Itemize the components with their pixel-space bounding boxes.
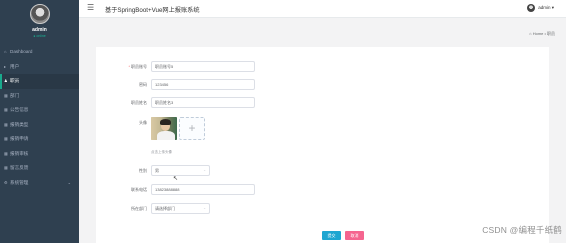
sidebar: admin ● online ⌂ Dashboard ▸ 用户 ♟ 职员 ▦ 部门 ▦ 公告信息 ▦… bbox=[0, 0, 79, 243]
settings-icon: ⚙ bbox=[4, 179, 8, 185]
sidebar-item[interactable]: ▦ 留言反馈 bbox=[0, 161, 79, 176]
form-row-avatar: 头像 + bbox=[96, 117, 549, 143]
sidebar-item-label: 部门 bbox=[10, 92, 20, 98]
sidebar-item-label: 公告信息 bbox=[10, 107, 29, 112]
home-icon: ⌂ bbox=[4, 49, 7, 54]
grid-icon: ▦ bbox=[4, 136, 8, 141]
chevron-down-icon: ⌄ bbox=[203, 206, 206, 210]
name-label: 职员姓名 bbox=[131, 100, 147, 105]
phone-input[interactable]: 13823888888 bbox=[151, 184, 255, 195]
sidebar-item[interactable]: ▸ 用户 bbox=[0, 60, 79, 75]
profile-name: admin bbox=[32, 27, 47, 33]
mouse-cursor-icon: ↖ bbox=[173, 176, 179, 182]
chevron-down-icon: ⌄ bbox=[203, 168, 206, 172]
form-row-avatar-hint: 点击上传头像 bbox=[96, 150, 549, 156]
required-mark: * bbox=[128, 64, 130, 69]
sidebar-item[interactable]: ▦ 报销审核 bbox=[0, 147, 79, 162]
sidebar-item-label: 用户 bbox=[10, 63, 20, 69]
chevron-down-icon: ⌄ bbox=[67, 179, 71, 185]
grid-icon: ▦ bbox=[4, 150, 8, 156]
avatar-hint: 点击上传头像 bbox=[151, 150, 172, 154]
user-icon: ♟ bbox=[4, 78, 8, 83]
sidebar-item-label: 留言反馈 bbox=[10, 165, 29, 170]
sidebar-item[interactable]: ▦ 报销类型 bbox=[0, 118, 79, 133]
submit-button[interactable]: 提交 bbox=[322, 231, 341, 240]
dept-value: 请选择部门 bbox=[155, 206, 175, 211]
form-row-phone: 联系电话 13823888888 bbox=[96, 184, 549, 196]
name-input[interactable]: 职员姓名3 bbox=[151, 97, 255, 108]
avatar-label: 头像 bbox=[139, 120, 147, 125]
dept-select[interactable]: 请选择部门 ⌄ bbox=[151, 203, 210, 214]
phone-label: 联系电话 bbox=[131, 187, 147, 192]
gender-label: 性别 bbox=[139, 168, 147, 173]
grid-icon: ▦ bbox=[4, 107, 8, 112]
sidebar-item-label: 报销审核 bbox=[10, 150, 29, 156]
account-label: *职员账号 bbox=[87, 61, 147, 73]
app-title: 基于SpringBoot+Vue网上报账系统 bbox=[105, 7, 200, 14]
form-row-dept: 所在部门 请选择部门 ⌄ bbox=[96, 203, 549, 215]
menu-toggle-icon[interactable]: ☰ bbox=[87, 4, 94, 12]
sidebar-item[interactable]: ⚙ 系统管理 ⌄ bbox=[0, 176, 79, 191]
sidebar-nav: ⌂ Dashboard ▸ 用户 ♟ 职员 ▦ 部门 ▦ 公告信息 ▦ 报销类型 ▦ 报销申请 ▦ 报销审核 ▦… bbox=[0, 45, 79, 190]
gender-value: 男 bbox=[155, 168, 159, 173]
caret-right-icon: ▸ bbox=[4, 63, 7, 69]
user-menu-label: admin ▾ bbox=[538, 5, 554, 10]
account-input[interactable]: 职员账号5 bbox=[151, 61, 255, 72]
grid-icon: ▦ bbox=[4, 92, 8, 98]
profile: admin ● online bbox=[0, 0, 79, 45]
dept-label: 所在部门 bbox=[131, 206, 147, 211]
sidebar-item[interactable]: ▦ 公告信息 bbox=[0, 103, 79, 118]
sidebar-item-label: 职员 bbox=[10, 78, 20, 83]
sidebar-item[interactable]: ⌂ Dashboard bbox=[0, 45, 79, 60]
password-label: 密码 bbox=[139, 82, 147, 87]
sidebar-item-label: Dashboard bbox=[10, 49, 33, 54]
breadcrumb-home[interactable]: ⌂ Home bbox=[529, 31, 543, 36]
breadcrumb-current: 职员 bbox=[547, 31, 555, 36]
sidebar-item[interactable]: ▦ 报销申请 bbox=[0, 132, 79, 147]
gender-select[interactable]: 男 ⌄ bbox=[151, 165, 210, 176]
form-row-account: *职员账号 职员账号5 bbox=[96, 61, 549, 73]
sidebar-item[interactable]: ♟ 职员 bbox=[0, 74, 79, 89]
breadcrumb: ⌂ Home • 职员 bbox=[529, 31, 555, 37]
user-menu[interactable]: admin ▾ bbox=[527, 4, 554, 12]
password-input[interactable]: 123456 bbox=[151, 79, 255, 90]
online-status: ● online bbox=[33, 34, 46, 38]
grid-icon: ▦ bbox=[4, 121, 8, 127]
sidebar-item-label: 报销类型 bbox=[10, 121, 29, 127]
avatar[interactable] bbox=[29, 4, 50, 24]
form-row-password: 密码 123456 bbox=[96, 79, 549, 91]
form-row-gender: 性别 男 ⌄ bbox=[96, 165, 549, 177]
avatar-photo[interactable] bbox=[151, 117, 177, 140]
user-avatar-icon bbox=[527, 4, 536, 12]
watermark: CSDN @编程千纸鹤 bbox=[482, 225, 562, 235]
account-label-text: 职员账号 bbox=[131, 64, 147, 69]
grid-icon: ▦ bbox=[4, 165, 8, 170]
sidebar-item-label: 报销申请 bbox=[10, 136, 29, 141]
cancel-button[interactable]: 取消 bbox=[345, 231, 364, 240]
sidebar-item[interactable]: ▦ 部门 bbox=[0, 89, 79, 104]
form-row-name: 职员姓名 职员姓名3 bbox=[96, 97, 549, 109]
top-bar: ☰ 基于SpringBoot+Vue网上报账系统 admin ▾ bbox=[79, 0, 566, 18]
avatar-upload-button[interactable]: + bbox=[179, 117, 205, 140]
sidebar-item-label: 系统管理 bbox=[10, 179, 29, 185]
form-card: *职员账号 职员账号5 密码 123456 职员姓名 职员姓名3 头像 + 点击… bbox=[96, 47, 549, 243]
